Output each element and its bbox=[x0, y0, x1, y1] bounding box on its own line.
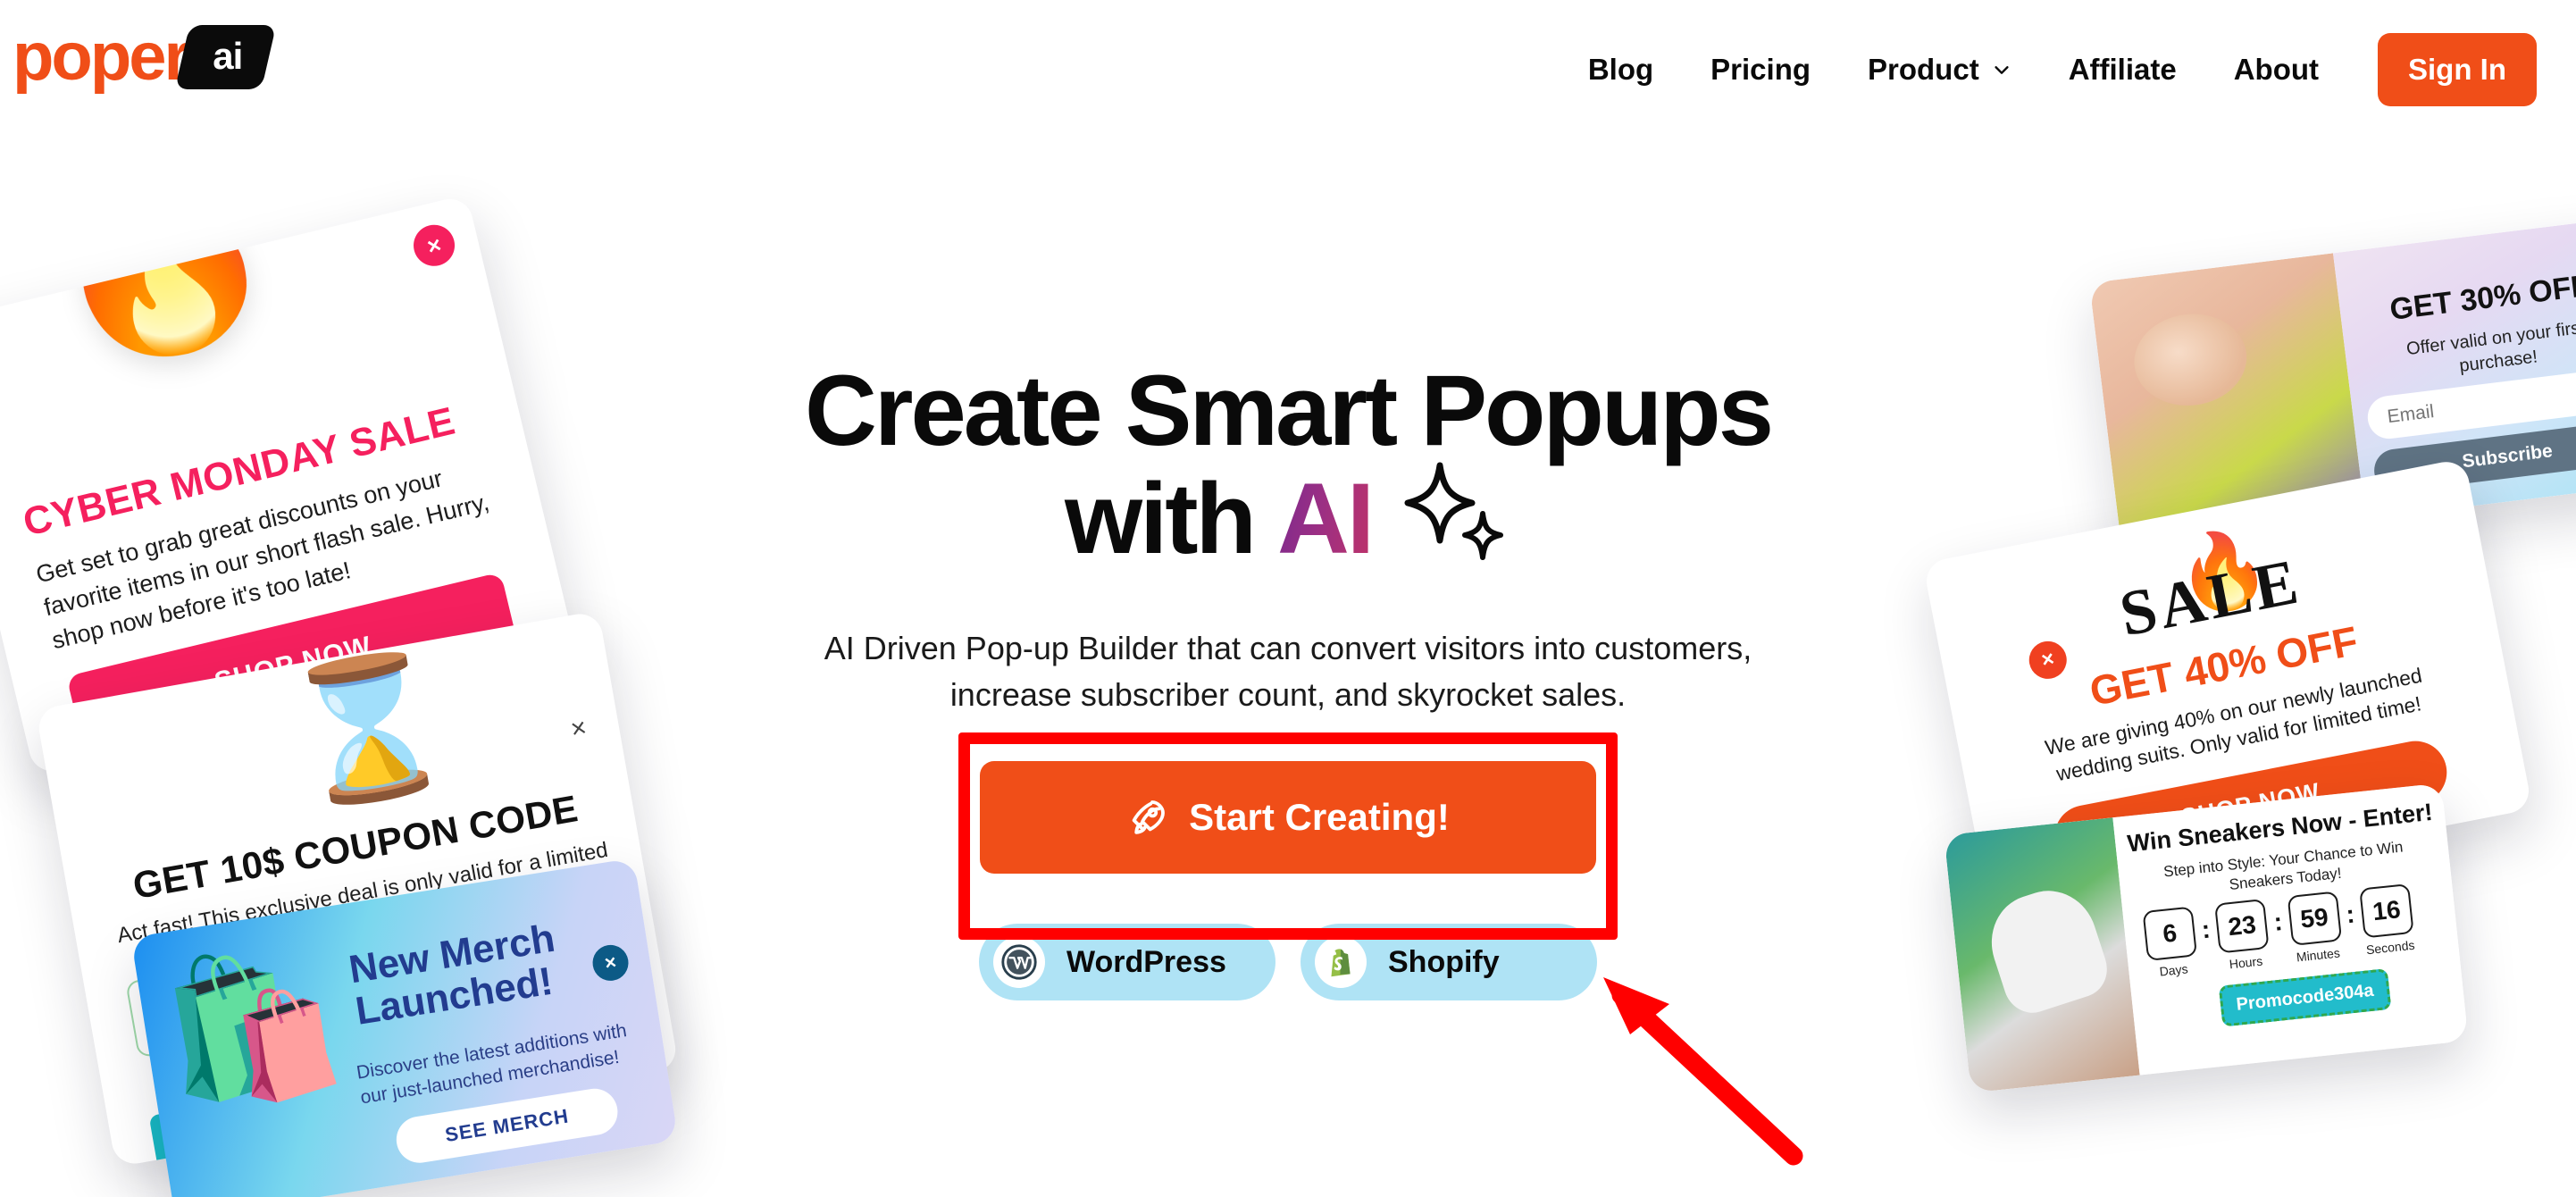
hero-title-ai: AI bbox=[1276, 462, 1375, 574]
chevron-down-icon bbox=[1992, 60, 2011, 80]
popup-card-win-sneakers: Win Sneakers Now - Enter! Step into Styl… bbox=[1944, 783, 2469, 1093]
popup-content: Win Sneakers Now - Enter! Step into Styl… bbox=[2112, 783, 2469, 1076]
nav-item-pricing[interactable]: Pricing bbox=[1682, 53, 1839, 87]
hero-subtitle: AI Driven Pop-up Builder that can conver… bbox=[618, 625, 1958, 718]
countdown-unit-hours: 23 Hours bbox=[2214, 898, 2271, 972]
sign-in-button[interactable]: Sign In bbox=[2378, 32, 2537, 106]
rocket-icon bbox=[1126, 796, 1169, 839]
sneaker-photo bbox=[1944, 817, 2140, 1093]
nav-label: About bbox=[2233, 52, 2319, 86]
close-icon[interactable]: × bbox=[409, 220, 459, 271]
landing-page: poper ai Blog Pricing Product Affiliate … bbox=[0, 0, 2576, 1197]
platform-label: WordPress bbox=[1066, 944, 1226, 979]
countdown-value: 6 bbox=[2142, 906, 2198, 962]
countdown-separator: : bbox=[2272, 908, 2284, 936]
platform-label: Shopify bbox=[1388, 944, 1500, 979]
hero-title-line1: Create Smart Popups bbox=[805, 355, 1774, 466]
platform-badge-shopify[interactable]: Shopify bbox=[1301, 924, 1597, 1001]
shopper-character-icon: 🛍️ bbox=[150, 933, 352, 1120]
shopify-icon bbox=[1315, 936, 1367, 989]
countdown-label: Hours bbox=[2229, 953, 2263, 972]
countdown-value: 59 bbox=[2287, 891, 2342, 947]
fire-emoji-icon: 🔥 bbox=[20, 194, 297, 384]
nav-item-product[interactable]: Product bbox=[1839, 53, 2040, 87]
countdown-value: 16 bbox=[2359, 883, 2414, 939]
logo[interactable]: poper ai bbox=[13, 19, 277, 95]
logo-wordmark: poper bbox=[13, 19, 190, 95]
countdown-unit-minutes: 59 Minutes bbox=[2287, 891, 2344, 965]
countdown-separator: : bbox=[2345, 900, 2356, 929]
countdown-separator: : bbox=[2200, 915, 2212, 944]
countdown-unit-seconds: 16 Seconds bbox=[2359, 883, 2416, 957]
hero-section: Create Smart Popups with AI AI Driven Po… bbox=[618, 355, 1958, 1001]
nav-item-about[interactable]: About bbox=[2205, 53, 2347, 87]
logo-ai-badge: ai bbox=[174, 25, 277, 89]
nav-label: Pricing bbox=[1710, 52, 1811, 86]
page-title: Create Smart Popups with AI bbox=[618, 355, 1958, 574]
popup-title: New Merch Launched! bbox=[346, 916, 558, 1034]
nav-item-blog[interactable]: Blog bbox=[1560, 53, 1682, 87]
main-navigation: Blog Pricing Product Affiliate About Sig… bbox=[1560, 0, 2576, 138]
cta-label: Start Creating! bbox=[1189, 796, 1450, 839]
sparkles-icon bbox=[1395, 458, 1511, 565]
hero-title-with: with bbox=[1065, 462, 1257, 574]
countdown-label: Days bbox=[2158, 961, 2189, 979]
site-header: poper ai Blog Pricing Product Affiliate … bbox=[0, 0, 2576, 138]
start-creating-button[interactable]: Start Creating! bbox=[980, 761, 1596, 875]
platform-badge-wordpress[interactable]: WordPress bbox=[979, 924, 1275, 1001]
nav-item-affiliate[interactable]: Affiliate bbox=[2040, 53, 2205, 87]
hero-subtitle-line1: AI Driven Pop-up Builder that can conver… bbox=[824, 629, 1752, 666]
hourglass-emoji-icon: ⌛ bbox=[272, 640, 464, 817]
countdown-unit-days: 6 Days bbox=[2142, 906, 2200, 979]
close-icon[interactable]: × bbox=[568, 713, 589, 746]
promocode-button[interactable]: Promocode304a bbox=[2218, 968, 2392, 1027]
nav-label: Product bbox=[1868, 52, 1979, 86]
cta-container: Start Creating! bbox=[618, 732, 1958, 941]
nav-label: Blog bbox=[1587, 52, 1654, 86]
wordpress-icon bbox=[993, 936, 1045, 989]
countdown-label: Minutes bbox=[2296, 945, 2341, 965]
countdown-value: 23 bbox=[2214, 898, 2270, 954]
hero-title-line2: with AI bbox=[618, 462, 1958, 574]
nav-label: Affiliate bbox=[2068, 52, 2177, 86]
countdown-label: Seconds bbox=[2365, 937, 2416, 958]
platform-badges: WordPress Shopify bbox=[618, 924, 1958, 1001]
hero-subtitle-line2: increase subscriber count, and skyrocket… bbox=[949, 676, 1627, 714]
